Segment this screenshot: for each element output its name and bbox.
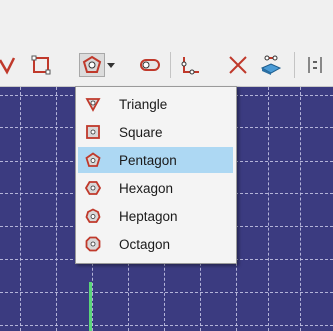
grid-line	[20, 87, 21, 331]
external-geometry-icon[interactable]	[258, 53, 284, 77]
polyline-icon[interactable]	[0, 53, 22, 77]
sketcher-toolbar	[0, 44, 333, 87]
menu-item-octagon[interactable]: Octagon	[78, 231, 233, 257]
grid-line	[268, 87, 269, 331]
menu-item-label: Triangle	[119, 96, 168, 112]
triangle-icon	[85, 96, 101, 112]
polygon-dropdown-menu: Triangle Square Pentagon Hexagon Heptago…	[75, 86, 237, 264]
menu-item-hexagon[interactable]: Hexagon	[78, 175, 233, 201]
toolbar-separator	[294, 52, 295, 78]
fillet-icon[interactable]	[178, 53, 204, 77]
grid-line	[0, 325, 333, 326]
grid-line	[0, 292, 333, 293]
menu-item-label: Octagon	[119, 236, 171, 252]
menu-item-triangle[interactable]: Triangle	[78, 91, 233, 117]
constraint-icon[interactable]	[302, 53, 328, 77]
menu-item-label: Heptagon	[119, 208, 178, 224]
octagon-icon	[85, 236, 101, 252]
rectangle-icon[interactable]	[28, 53, 54, 77]
toolbar-separator	[170, 52, 171, 78]
menu-item-label: Hexagon	[119, 180, 174, 196]
grid-line	[300, 87, 301, 331]
top-strip	[0, 0, 333, 44]
vertical-axis-line	[89, 282, 92, 331]
square-icon	[85, 124, 101, 140]
pentagon-icon	[85, 152, 101, 168]
grid-line	[56, 87, 57, 331]
slot-icon[interactable]	[137, 53, 163, 77]
hexagon-icon	[85, 180, 101, 196]
dropdown-arrow-icon[interactable]	[104, 53, 118, 77]
regular-polygon-icon[interactable]	[79, 53, 105, 77]
heptagon-icon	[85, 208, 101, 224]
menu-item-label: Square	[119, 124, 163, 140]
menu-item-label: Pentagon	[119, 152, 177, 168]
menu-item-square[interactable]: Square	[78, 119, 233, 145]
trim-icon[interactable]	[225, 53, 251, 77]
menu-item-pentagon[interactable]: Pentagon	[78, 147, 233, 173]
menu-item-heptagon[interactable]: Heptagon	[78, 203, 233, 229]
